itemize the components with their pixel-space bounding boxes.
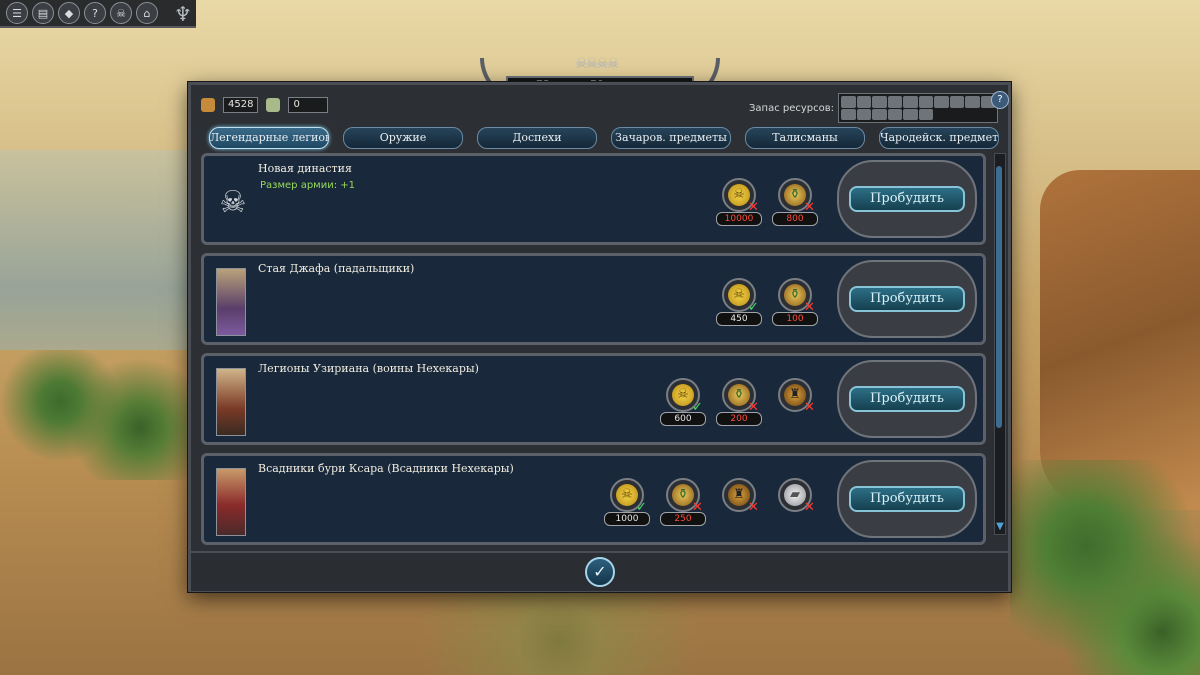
resource-slot-icon [887,108,903,120]
lore-icon[interactable]: ◆ [58,2,80,24]
resource-counters: 4528 0 [201,97,329,113]
scroll-down-icon[interactable]: ▼ [994,521,1006,532]
resource-slot-icon [918,96,934,108]
resource-slot-icon [903,96,918,108]
insufficient-icon: ✕ [748,400,759,415]
scrollbar[interactable] [994,153,1006,535]
resource-slot-icon [887,96,903,108]
menu-icon[interactable]: ☰ [6,2,28,24]
sea-background [0,150,190,350]
legion-portrait [216,268,246,336]
cost-list: ☠ 450 ✓ ⚱ 100 ✕ [716,278,818,330]
cost-list: ☠ 600 ✓ ⚱ 200 ✕ ♜ ✕ [660,378,816,430]
legion-portrait [216,368,246,436]
awaken-frame: Пробудить [837,160,977,238]
sufficient-icon: ✓ [636,500,647,515]
vegetation-bottom [190,590,1010,675]
resource-slot-icon [903,108,918,120]
insufficient-icon: ✕ [804,300,815,315]
legion-name: Новая династия [258,162,352,175]
tab-arcane-items[interactable]: Чародейск. предметы [879,127,999,149]
panel-footer: ✓ [191,551,1008,591]
skull-banner-icon: ☠ [219,184,247,220]
awaken-frame: Пробудить [837,260,977,338]
resource-slot-icon [934,96,949,108]
awaken-frame: Пробудить [837,360,977,438]
resource-slot-icon [965,96,980,108]
legion-name: Стая Джафа (падальщики) [258,262,415,275]
cost-relic: ♜ ✕ [716,478,760,530]
legion-row: Стая Джафа (падальщики) ☠ 450 ✓ ⚱ 100 ✕ … [201,253,986,345]
cost-canopic: ⚱ 250 ✕ [660,478,706,530]
tab-enchanted-items[interactable]: Зачаров. предметы [611,127,731,149]
tab-armour[interactable]: Доспехи [477,127,597,149]
skulls-ornament-icon: ☠☠☠☠ [575,56,619,72]
insufficient-icon: ✕ [748,200,759,215]
cost-list: ☠ 1000 ✓ ⚱ 250 ✕ ♜ ✕ ▰ ✕ [604,478,816,530]
awaken-frame: Пробудить [837,460,977,538]
resource-slot-icon [841,96,856,108]
cost-canopic: ⚱ 800 ✕ [772,178,818,230]
confirm-button[interactable]: ✓ [585,557,615,587]
stock-grid [838,93,999,123]
cost-list: ☠ 10000 ✕ ⚱ 800 ✕ [716,178,818,230]
sufficient-icon: ✓ [748,300,759,315]
awaken-button[interactable]: Пробудить [849,186,965,212]
awaken-button[interactable]: Пробудить [849,486,965,512]
canopic-count: 0 [288,97,329,113]
top-toolbar: ☰ ▤ ◆ ? ☠ ⌂ ♆ [0,0,196,28]
legion-portrait [216,468,246,536]
treasure-chest-icon [201,98,215,112]
help-button[interactable]: ? [991,91,1009,109]
cliff-background [1040,170,1200,510]
skull-icon[interactable]: ☠ [110,2,132,24]
awaken-button[interactable]: Пробудить [849,286,965,312]
awaken-button[interactable]: Пробудить [849,386,965,412]
cost-gold: ☠ 450 ✓ [716,278,762,330]
insufficient-icon: ✕ [692,500,703,515]
tab-legendary-legions[interactable]: Легендарные легионы [209,127,329,149]
legion-list: ☠ Новая династия Размер армии: +1 ☠ 1000… [201,153,986,545]
resource-slot-icon [856,96,872,108]
cost-gold: ☠ 1000 ✓ [604,478,650,530]
category-tabs: Легендарные легионы Оружие Доспехи Зачар… [209,127,999,149]
help-icon[interactable]: ? [84,2,106,24]
cost-relic: ♜ ✕ [772,378,816,430]
tab-talismans[interactable]: Талисманы [745,127,865,149]
resource-slot-icon [872,96,887,108]
resource-slot-icon [872,108,887,120]
resource-stock: Запас ресурсов: [749,93,999,123]
cost-canopic: ⚱ 100 ✕ [772,278,818,330]
canopic-jar-icon [266,98,281,112]
legion-row: Всадники бури Ксара (Всадники Нехекары) … [201,453,986,545]
cost-ingot: ▰ ✕ [772,478,816,530]
cult-of-the-dead-panel: 4528 0 Запас ресурсов: ? Легендарные лег… [188,82,1011,592]
legion-row: ☠ Новая династия Размер армии: +1 ☠ 1000… [201,153,986,245]
legion-name: Легионы Узириана (воины Нехекары) [258,362,479,375]
army-book-icon[interactable]: ▤ [32,2,54,24]
insufficient-icon: ✕ [804,200,815,215]
insufficient-icon: ✕ [748,500,759,515]
resource-slot-icon [856,108,872,120]
scroll-thumb[interactable] [996,166,1002,428]
faction-horn-icon: ♆ [174,2,192,26]
legion-name: Всадники бури Ксара (Всадники Нехекары) [258,462,514,475]
vegetation-left [0,350,200,480]
tab-weapons[interactable]: Оружие [343,127,463,149]
cost-gold: ☠ 10000 ✕ [716,178,762,230]
camera-icon[interactable]: ⌂ [136,2,158,24]
stock-label: Запас ресурсов: [749,102,835,114]
cost-gold: ☠ 600 ✓ [660,378,706,430]
legion-row: Легионы Узириана (воины Нехекары) ☠ 600 … [201,353,986,445]
sufficient-icon: ✓ [692,400,703,415]
resource-slot-icon [949,96,965,108]
treasure-count: 4528 [223,97,259,113]
resource-slot-icon [918,108,934,120]
resource-slot-icon [841,108,856,120]
legion-effect: Размер армии: +1 [260,180,356,191]
vegetation-right [1010,460,1200,675]
insufficient-icon: ✕ [804,400,815,415]
insufficient-icon: ✕ [804,500,815,515]
cost-canopic: ⚱ 200 ✕ [716,378,762,430]
